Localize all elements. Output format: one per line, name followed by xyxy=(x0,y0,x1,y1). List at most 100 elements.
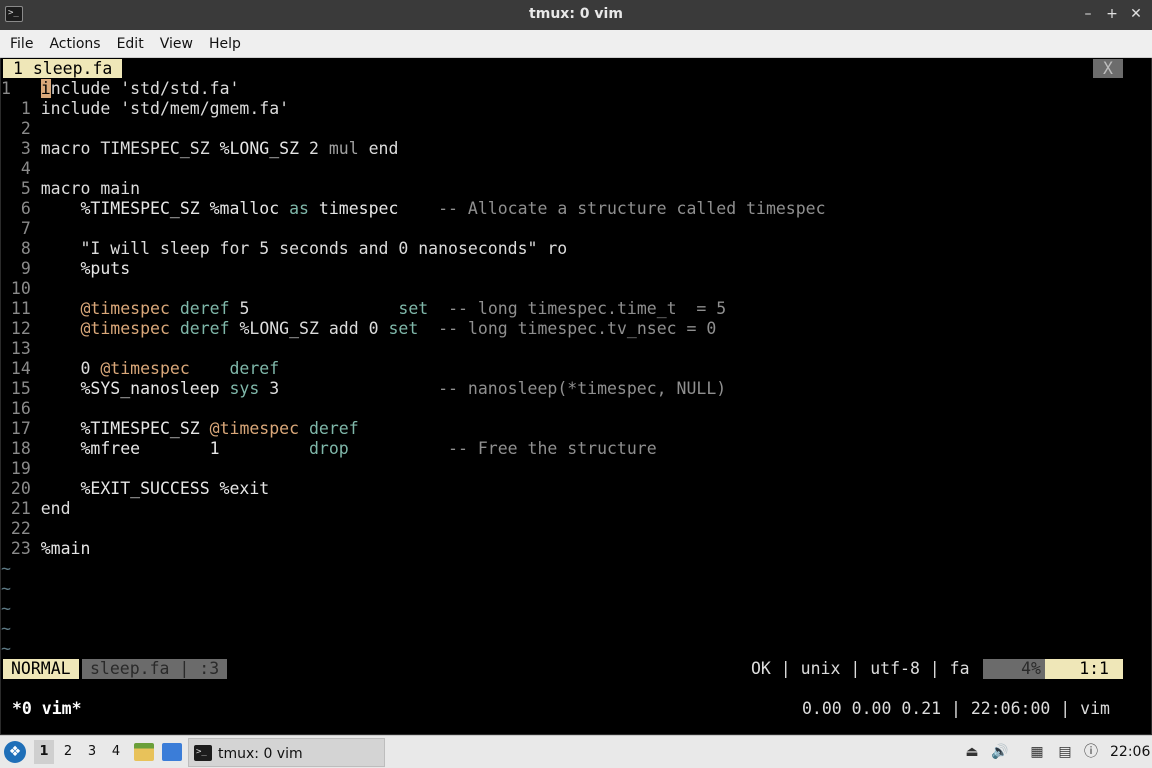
code-comment: -- nanosleep(*timespec, NULL) xyxy=(438,379,727,398)
line-number: 4 xyxy=(1,159,41,178)
code-line[interactable]: 4 xyxy=(1,159,1151,179)
menu-view[interactable]: View xyxy=(154,36,199,52)
task-label: tmux: 0 vim xyxy=(218,746,303,762)
vim-tabline: 1 sleep.fa X xyxy=(1,58,1151,78)
close-button[interactable]: ✕ xyxy=(1126,4,1146,24)
code-line[interactable]: 2 xyxy=(1,119,1151,139)
code-line[interactable]: 10 xyxy=(1,279,1151,299)
start-menu-icon[interactable]: ❖ xyxy=(4,741,26,763)
code-line[interactable]: 9 %puts xyxy=(1,259,1151,279)
line-number: 8 xyxy=(1,239,41,258)
clock: 22:06 xyxy=(1110,744,1151,760)
text-cursor: i xyxy=(40,79,51,98)
line-number: 16 xyxy=(1,399,41,418)
line-number: 12 xyxy=(1,319,41,338)
line-number: 6 xyxy=(1,199,41,218)
menubar: File Actions Edit View Help xyxy=(0,30,1152,58)
code-line[interactable]: 3 macro TIMESPEC_SZ %LONG_SZ 2 mul end xyxy=(1,139,1151,159)
code-token: "I will sleep for 5 seconds and 0 nanose… xyxy=(40,239,568,258)
line-number: 17 xyxy=(1,419,41,438)
code-token: drop xyxy=(308,439,349,458)
code-line[interactable]: 15 %SYS_nanosleep sys 3 -- nanosleep(*ti… xyxy=(1,379,1151,399)
task-tmux-vim[interactable]: >_ tmux: 0 vim xyxy=(188,738,385,767)
network-icon[interactable]: ▦ xyxy=(1028,743,1046,761)
code-line[interactable]: 19 xyxy=(1,459,1151,479)
code-token: end xyxy=(358,139,399,158)
line-number: 10 xyxy=(1,279,41,298)
code-token: %TIMESPEC_SZ %malloc xyxy=(40,199,290,218)
code-token: @timespec xyxy=(80,319,170,338)
menu-help[interactable]: Help xyxy=(203,36,247,52)
code-token: %LONG_SZ add 0 xyxy=(229,319,389,338)
code-token: %TIMESPEC_SZ xyxy=(40,419,210,438)
code-token: sys xyxy=(229,379,260,398)
code-line[interactable]: 11 @timespec deref 5 set -- long timespe… xyxy=(1,299,1151,319)
code-token: %puts xyxy=(40,259,131,278)
code-line[interactable]: 16 xyxy=(1,399,1151,419)
code-line[interactable]: 12 @timespec deref %LONG_SZ add 0 set --… xyxy=(1,319,1151,339)
code-line[interactable]: 22 xyxy=(1,519,1151,539)
code-token: 5 xyxy=(229,299,399,318)
line-number: 21 xyxy=(1,499,41,518)
code-line[interactable]: 1 include 'std/mem/gmem.fa' xyxy=(1,99,1151,119)
window-titlebar: >_ tmux: 0 vim – + ✕ xyxy=(0,0,1152,30)
show-desktop-icon[interactable] xyxy=(162,743,182,761)
status-position: 1:1 xyxy=(1045,659,1123,679)
desktop-1[interactable]: 1 xyxy=(34,740,54,764)
code-line[interactable]: 1 include 'std/std.fa' xyxy=(1,79,1151,99)
code-line[interactable]: 14 0 @timespec deref xyxy=(1,359,1151,379)
desktop-3[interactable]: 3 xyxy=(82,740,102,764)
menu-actions[interactable]: Actions xyxy=(43,36,106,52)
desktop-2[interactable]: 2 xyxy=(58,740,78,764)
file-manager-icon[interactable] xyxy=(134,743,154,761)
code-token: %mfree 1 xyxy=(40,439,309,458)
notification-icon[interactable]: ⓘ xyxy=(1082,743,1100,761)
code-token: mul xyxy=(328,139,359,158)
minimize-button[interactable]: – xyxy=(1078,4,1098,24)
code-line[interactable]: 5 macro main xyxy=(1,179,1151,199)
terminal-area[interactable]: 1 sleep.fa X 1 include 'std/std.fa' 1 in… xyxy=(1,58,1151,734)
terminal-icon: >_ xyxy=(194,745,212,761)
code-line[interactable]: 7 xyxy=(1,219,1151,239)
code-token: 2 xyxy=(299,139,329,158)
clipboard-icon[interactable]: ▤ xyxy=(1056,743,1074,761)
code-token: nclude 'std/std.fa' xyxy=(50,79,240,98)
desktop-4[interactable]: 4 xyxy=(106,740,126,764)
tab-sleep-fa[interactable]: 1 sleep.fa xyxy=(3,59,123,78)
tmux-window[interactable]: *0 vim* xyxy=(12,699,82,719)
line-number: 22 xyxy=(1,519,41,538)
code-line[interactable]: 21 end xyxy=(1,499,1151,519)
code-line[interactable]: 20 %EXIT_SUCCESS %exit xyxy=(1,479,1151,499)
upload-icon[interactable]: ⏏ xyxy=(963,743,981,761)
taskbar: ❖ 1 2 3 4 >_ tmux: 0 vim ⏏ 🔊 ▦ ▤ ⓘ 22:06 xyxy=(0,735,1152,768)
maximize-button[interactable]: + xyxy=(1102,4,1122,24)
code-line[interactable]: 8 "I will sleep for 5 seconds and 0 nano… xyxy=(1,239,1151,259)
line-number: 2 xyxy=(1,119,41,138)
line-number: 14 xyxy=(1,359,41,378)
code-line[interactable]: 23 %main xyxy=(1,539,1151,559)
code-comment: -- Free the structure xyxy=(348,439,657,458)
code-token: %SYS_nanosleep xyxy=(40,379,230,398)
volume-icon[interactable]: 🔊 xyxy=(991,743,1009,761)
status-percent: 4% xyxy=(983,659,1045,679)
line-number: 15 xyxy=(1,379,41,398)
code-token: deref xyxy=(169,299,230,318)
vim-statusline: NORMAL sleep.fa | :3 OK | unix | utf-8 |… xyxy=(3,659,1123,679)
code-line[interactable]: 17 %TIMESPEC_SZ @timespec deref xyxy=(1,419,1151,439)
tmux-statusbar: *0 vim* 0.00 0.00 0.21 | 22:06:00 | vim xyxy=(1,699,1151,719)
code-token: %EXIT_SUCCESS %exit xyxy=(40,479,270,498)
code-line[interactable]: 6 %TIMESPEC_SZ %malloc as timespec -- Al… xyxy=(1,199,1151,219)
code-comment: -- long timespec.tv_nsec = 0 xyxy=(418,319,717,338)
tab-close-button[interactable]: X xyxy=(1093,59,1123,78)
menu-edit[interactable]: Edit xyxy=(111,36,150,52)
code-token: 3 xyxy=(259,379,439,398)
code-token: timespec xyxy=(308,199,439,218)
menu-file[interactable]: File xyxy=(4,36,39,52)
line-number: 5 xyxy=(1,179,41,198)
vim-mode: NORMAL xyxy=(3,659,79,679)
code-line[interactable]: 13 xyxy=(1,339,1151,359)
code-line[interactable]: 18 %mfree 1 drop -- Free the structure xyxy=(1,439,1151,459)
code-comment: -- long timespec.time_t = 5 xyxy=(428,299,727,318)
